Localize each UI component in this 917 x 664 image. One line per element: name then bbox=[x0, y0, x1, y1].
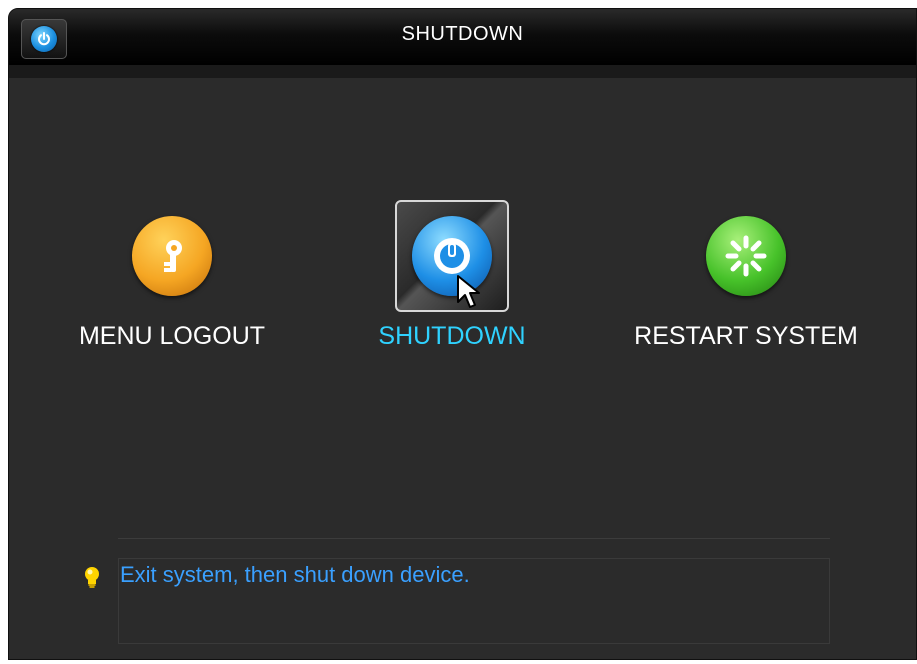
hint-text: Exit system, then shut down device. bbox=[120, 562, 470, 587]
shutdown-icon-frame bbox=[395, 200, 509, 312]
restart-system-label: RESTART SYSTEM bbox=[634, 322, 858, 350]
lightbulb-icon bbox=[82, 565, 102, 596]
menu-logout-label: MENU LOGOUT bbox=[78, 322, 266, 350]
title-bar: SHUTDOWN bbox=[9, 9, 916, 65]
window-title: SHUTDOWN bbox=[401, 23, 524, 45]
shutdown-option[interactable]: SHUTDOWN bbox=[322, 200, 582, 351]
menu-logout-icon-frame bbox=[115, 200, 229, 312]
title-divider bbox=[9, 65, 916, 78]
shutdown-label: SHUTDOWN bbox=[378, 322, 526, 350]
key-icon bbox=[132, 216, 212, 296]
mouse-cursor-icon bbox=[456, 274, 482, 315]
menu-logout-option[interactable]: MENU LOGOUT bbox=[42, 200, 302, 351]
restart-icon-frame bbox=[689, 200, 803, 312]
restart-spinner-icon bbox=[706, 216, 786, 296]
restart-system-option[interactable]: RESTART SYSTEM bbox=[616, 200, 876, 351]
hint-separator bbox=[118, 538, 830, 539]
